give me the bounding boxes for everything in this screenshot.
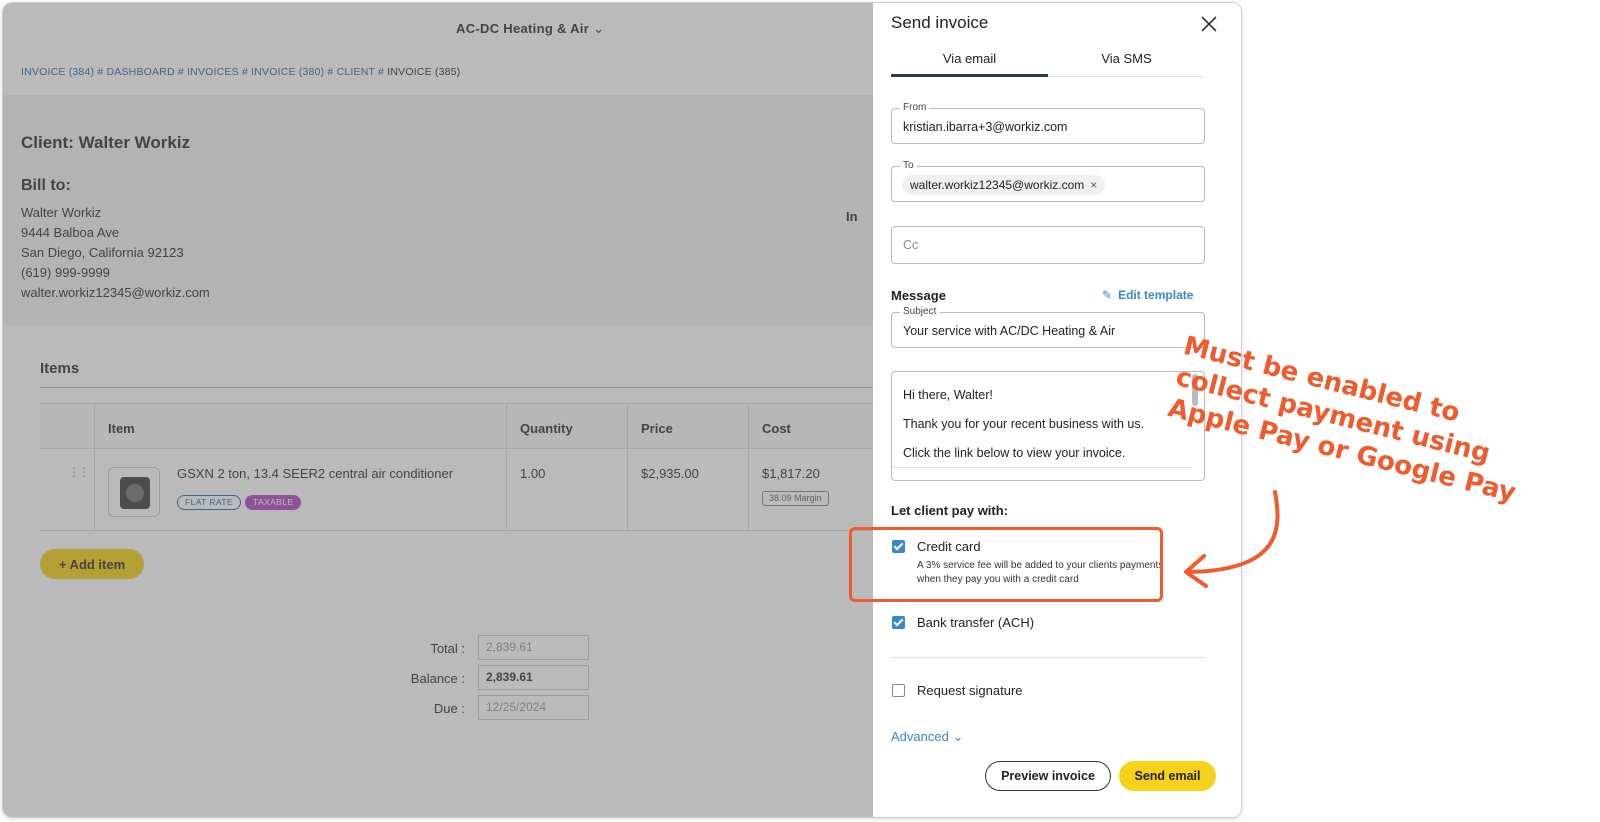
message-line-greeting: Hi there, Walter! [903,388,993,402]
request-signature-label[interactable]: Request signature [917,683,1023,698]
remove-recipient-icon[interactable]: × [1090,178,1097,192]
advanced-toggle[interactable]: Advanced ⌄ [891,729,963,745]
credit-card-highlight [849,527,1163,602]
cc-field[interactable]: Cc [891,226,1205,264]
from-value: kristian.ibarra+3@workiz.com [903,120,1068,134]
to-field[interactable]: To walter.workiz12345@workiz.com × [891,160,1205,202]
modal-backdrop[interactable] [3,3,873,817]
from-field[interactable]: From kristian.ibarra+3@workiz.com [891,102,1205,144]
from-label: From [900,102,930,113]
tab-via-email[interactable]: Via email [891,45,1048,77]
preview-invoice-button[interactable]: Preview invoice [985,761,1111,791]
message-line-thanks: Thank you for your recent business with … [903,417,1145,431]
close-icon[interactable] [1197,12,1221,36]
subject-value: Your service with AC/DC Heating & Air [903,324,1116,338]
chevron-down-icon: ⌄ [952,729,964,744]
message-body-textarea[interactable]: Hi there, Walter! Thank you for your rec… [891,371,1205,481]
subject-label: Subject [900,306,940,317]
panel-divider [891,657,1205,658]
edit-template-link[interactable]: ✎ Edit template [1102,288,1193,302]
annotation-arrow-icon [1184,490,1280,588]
edit-template-label: Edit template [1118,288,1194,302]
recipient-email: walter.workiz12345@workiz.com [910,178,1085,192]
panel-title: Send invoice [891,13,989,32]
textarea-divider [892,467,1192,468]
tab-via-sms[interactable]: Via SMS [1048,45,1205,77]
pencil-icon: ✎ [1102,288,1113,302]
cc-placeholder: Cc [903,238,919,252]
message-line-link: Click the link below to view your invoic… [903,446,1126,460]
request-signature-checkbox[interactable] [892,684,905,697]
app-window: AC-DC Heating & Air ⌄ INVOICE (384) # DAS… [2,2,1242,818]
recipient-chip: walter.workiz12345@workiz.com × [902,175,1106,195]
send-email-button[interactable]: Send email [1119,761,1216,791]
to-label: To [900,160,917,171]
pay-with-label: Let client pay with: [891,503,1009,518]
send-tabs: Via email Via SMS [891,45,1205,77]
ach-label[interactable]: Bank transfer (ACH) [917,615,1034,630]
subject-field[interactable]: Subject Your service with AC/DC Heating … [891,306,1205,348]
ach-checkbox[interactable] [892,616,905,629]
message-label: Message [891,288,946,303]
advanced-label: Advanced [891,729,949,744]
